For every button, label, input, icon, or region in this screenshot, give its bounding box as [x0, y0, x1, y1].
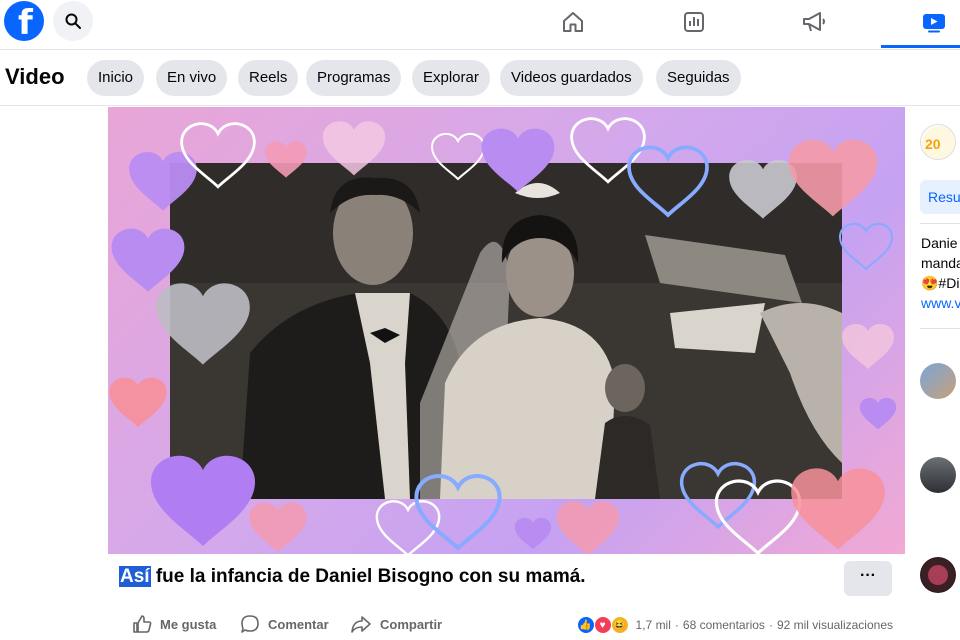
tab-programas[interactable]: Programas	[306, 60, 402, 96]
comment-avatar[interactable]	[920, 457, 956, 493]
tab-videos-guardados[interactable]: Videos guardados	[500, 60, 643, 96]
share-button[interactable]: Compartir	[350, 612, 442, 636]
caption-text: fue la infancia de Daniel Bisogno con su…	[150, 566, 586, 587]
comment-button[interactable]: Comentar	[240, 612, 329, 636]
video-section-header: Video Inicio En vivo Reels Programas Exp…	[0, 50, 960, 106]
post-caption: Así fue la infancia de Daniel Bisogno co…	[119, 566, 586, 588]
caption-highlight: Así	[119, 566, 151, 587]
haha-reaction-icon[interactable]: 😆	[610, 616, 629, 634]
video-player[interactable]	[108, 107, 905, 554]
page-logo-icon: 20	[922, 126, 955, 159]
thumbs-up-icon	[133, 615, 152, 633]
page-title: Video	[5, 64, 65, 89]
search-button[interactable]	[53, 1, 93, 41]
post-caption-row: Así fue la infancia de Daniel Bisogno co…	[108, 556, 905, 602]
post-actions-row: Me gusta Comentar Compartir 👍 ♥ 😆 1,7 mi…	[108, 608, 905, 640]
share-label: Compartir	[380, 616, 443, 632]
nav-dashboard-button[interactable]	[674, 6, 714, 38]
page-avatar[interactable]: 20	[920, 124, 956, 160]
top-navigation-bar: f	[0, 0, 960, 50]
svg-text:20: 20	[925, 136, 941, 152]
like-reaction-icon[interactable]: 👍	[576, 616, 595, 634]
stats-separator: ·	[674, 618, 679, 632]
view-count: 92 mil visualizaciones	[776, 618, 893, 632]
mundo-mami-logo	[921, 558, 955, 592]
nav-ads-button[interactable]	[794, 6, 834, 38]
home-icon	[563, 12, 583, 32]
like-button[interactable]: Me gusta	[132, 612, 216, 636]
video-icon	[923, 14, 945, 33]
facebook-logo[interactable]: f	[4, 1, 44, 43]
comment-label: Comentar	[268, 616, 329, 632]
comment-icon	[241, 615, 259, 633]
more-options-button[interactable]: ···	[844, 561, 892, 596]
megaphone-icon	[803, 12, 825, 32]
nav-video-button[interactable]	[914, 6, 954, 38]
tab-en-vivo[interactable]: En vivo	[156, 60, 228, 96]
tab-explorar[interactable]: Explorar	[412, 60, 490, 96]
sidebar-divider	[920, 223, 960, 224]
tab-seguidas[interactable]: Seguidas	[656, 60, 741, 96]
sidebar-description-line: 😍#Di	[921, 275, 960, 291]
search-icon	[65, 13, 81, 29]
active-tab-indicator	[881, 45, 960, 48]
sidebar-link[interactable]: www.v	[921, 295, 960, 311]
share-icon	[351, 616, 371, 633]
tab-inicio[interactable]: Inicio	[87, 60, 145, 96]
sidebar-description-line: manda	[921, 255, 960, 271]
love-reaction-icon[interactable]: ♥	[593, 616, 612, 634]
bar-chart-icon	[684, 12, 704, 32]
sidebar-description-line: Danie	[921, 235, 958, 251]
like-label: Me gusta	[160, 616, 217, 632]
comment-avatar[interactable]	[920, 363, 956, 399]
comment-avatar[interactable]	[920, 557, 956, 593]
heart-frame-overlay	[109, 117, 897, 554]
stats-separator: ·	[768, 618, 773, 632]
post-stats: 👍 ♥ 😆 1,7 mil · 68 comentarios · 92 mil …	[576, 616, 893, 634]
tab-reels[interactable]: Reels	[238, 60, 299, 96]
nav-home-button[interactable]	[553, 6, 593, 38]
right-sidebar: 20 Resu Danie manda 😍#Di www.v	[906, 107, 960, 640]
facebook-logo-letter: f	[18, 3, 33, 43]
page-action-button[interactable]: Resu	[920, 180, 960, 214]
reaction-count[interactable]: 1,7 mil	[636, 618, 671, 632]
comment-count[interactable]: 68 comentarios	[683, 618, 765, 632]
sidebar-divider	[920, 328, 960, 329]
